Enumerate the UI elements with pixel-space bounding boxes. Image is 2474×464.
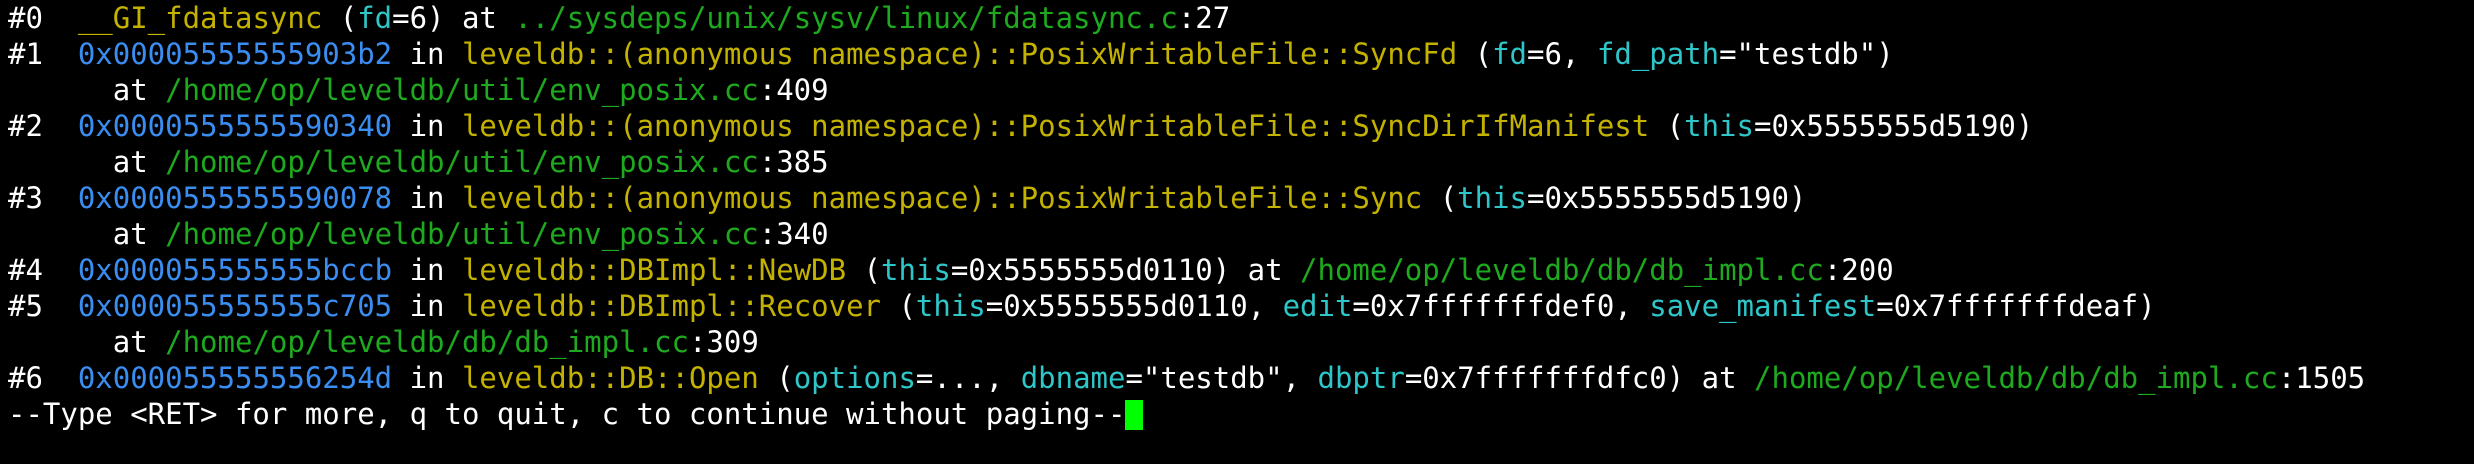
text [43, 361, 78, 395]
text [43, 1, 78, 35]
function-name: leveldb::(anonymous namespace)::PosixWri… [461, 181, 1423, 215]
function-name: leveldb::DBImpl::NewDB [461, 253, 847, 287]
function-name: leveldb::(anonymous namespace)::PosixWri… [461, 37, 1458, 71]
frame-line: #6 0x000055555556254d in leveldb::DB::Op… [8, 360, 2474, 396]
text: in [392, 289, 462, 323]
argument-name: this [915, 289, 986, 323]
argument-name: edit [1282, 289, 1353, 323]
frame-number: #1 [8, 37, 43, 71]
text: in [392, 181, 462, 215]
frame-address: 0x000055555555bccb [77, 253, 393, 287]
source-path: ../sysdeps/unix/sysv/linux/fdatasync.c [514, 1, 1178, 35]
terminal-window[interactable]: #0 __GI_fdatasync (fd=6) at ../sysdeps/u… [0, 0, 2474, 464]
text: =6, [1527, 37, 1597, 71]
text: =0x7fffffffdeaf) [1876, 289, 2156, 323]
source-path: /home/op/leveldb/util/env_posix.cc [165, 145, 759, 179]
text: =0x5555555d0110) at [950, 253, 1301, 287]
argument-name: this [1457, 181, 1528, 215]
text: :200 [1823, 253, 1894, 287]
text: in [392, 253, 462, 287]
text: =0x7fffffffdfc0) at [1404, 361, 1755, 395]
function-name: leveldb::DB::Open [461, 361, 759, 395]
text: at [42, 325, 166, 359]
text: in [392, 361, 462, 395]
source-path: /home/op/leveldb/util/env_posix.cc [165, 73, 759, 107]
text: :309 [688, 325, 759, 359]
frame-line: #2 0x0000555555590340 in leveldb::(anony… [8, 108, 2474, 144]
text: at [42, 145, 166, 179]
frame-number: #4 [8, 253, 43, 287]
text [43, 289, 78, 323]
frame-location-line: at /home/op/leveldb/util/env_posix.cc:40… [8, 72, 2474, 108]
source-path: /home/op/leveldb/db/db_impl.cc [1300, 253, 1824, 287]
frame-location-line: at /home/op/leveldb/util/env_posix.cc:34… [8, 216, 2474, 252]
text: =0x7fffffffdef0, [1352, 289, 1650, 323]
text: ( [758, 361, 794, 395]
function-name: leveldb::DBImpl::Recover [461, 289, 881, 323]
text: ( [846, 253, 881, 287]
text: =..., [915, 361, 1021, 395]
text: :1505 [2277, 361, 2366, 395]
frame-line: #5 0x000055555555c705 in leveldb::DBImpl… [8, 288, 2474, 324]
frame-line: #3 0x0000555555590078 in leveldb::(anony… [8, 180, 2474, 216]
source-path: /home/op/leveldb/util/env_posix.cc [165, 217, 759, 251]
frame-address: 0x000055555556254d [77, 361, 393, 395]
frame-line: #0 __GI_fdatasync (fd=6) at ../sysdeps/u… [8, 0, 2474, 36]
text: in [392, 37, 462, 71]
frame-number: #3 [8, 181, 43, 215]
text: :340 [758, 217, 829, 251]
backtrace: #0 __GI_fdatasync (fd=6) at ../sysdeps/u… [8, 0, 2474, 396]
terminal-cursor [1125, 400, 1144, 430]
text: ( [1649, 109, 1685, 143]
argument-name: options [793, 361, 916, 395]
argument-name: dbname [1020, 361, 1126, 395]
frame-number: #6 [8, 361, 43, 395]
argument-name: this [1684, 109, 1754, 143]
frame-number: #5 [8, 289, 43, 323]
frame-address: 0x00005555555903b2 [77, 37, 393, 71]
text: :385 [758, 145, 829, 179]
argument-name: save_manifest [1649, 289, 1877, 323]
text [43, 37, 78, 71]
text: :27 [1177, 1, 1231, 35]
text: =0x5555555d5190) [1527, 181, 1807, 215]
text: at [42, 73, 166, 107]
text: ( [1422, 181, 1458, 215]
source-path: /home/op/leveldb/db/db_impl.cc [1754, 361, 2278, 395]
argument-name: fd [357, 1, 393, 35]
function-name: leveldb::(anonymous namespace)::PosixWri… [461, 109, 1650, 143]
text [43, 109, 78, 143]
function-name: __GI_fdatasync [77, 1, 323, 35]
text: =0x5555555d5190) [1753, 109, 2034, 143]
frame-number: #2 [8, 109, 43, 143]
text: =6) at [392, 1, 515, 35]
text: ( [881, 289, 916, 323]
text: ( [322, 1, 358, 35]
argument-name: fd [1492, 37, 1528, 71]
text: =0x5555555d0110, [985, 289, 1283, 323]
argument-name: this [881, 253, 951, 287]
pager-prompt-line[interactable]: --Type <RET> for more, q to quit, c to c… [8, 396, 2474, 432]
text: ( [1457, 37, 1493, 71]
source-path: /home/op/leveldb/db/db_impl.cc [165, 325, 689, 359]
frame-address: 0x0000555555590078 [77, 181, 393, 215]
frame-address: 0x000055555555c705 [77, 289, 393, 323]
frame-line: #1 0x00005555555903b2 in leveldb::(anony… [8, 36, 2474, 72]
text: ="testdb", [1125, 361, 1318, 395]
text: ="testdb") [1719, 37, 1894, 71]
text [43, 253, 78, 287]
frame-location-line: at /home/op/leveldb/util/env_posix.cc:38… [8, 144, 2474, 180]
text [43, 181, 78, 215]
frame-address: 0x0000555555590340 [77, 109, 393, 143]
frame-line: #4 0x000055555555bccb in leveldb::DBImpl… [8, 252, 2474, 288]
pager-prompt: --Type <RET> for more, q to quit, c to c… [8, 397, 1126, 431]
frame-location-line: at /home/op/leveldb/db/db_impl.cc:309 [8, 324, 2474, 360]
text: at [42, 217, 166, 251]
frame-number: #0 [8, 1, 43, 35]
argument-name: dbptr [1317, 361, 1405, 395]
argument-name: fd_path [1596, 37, 1720, 71]
text: :409 [758, 73, 829, 107]
text: in [392, 109, 462, 143]
